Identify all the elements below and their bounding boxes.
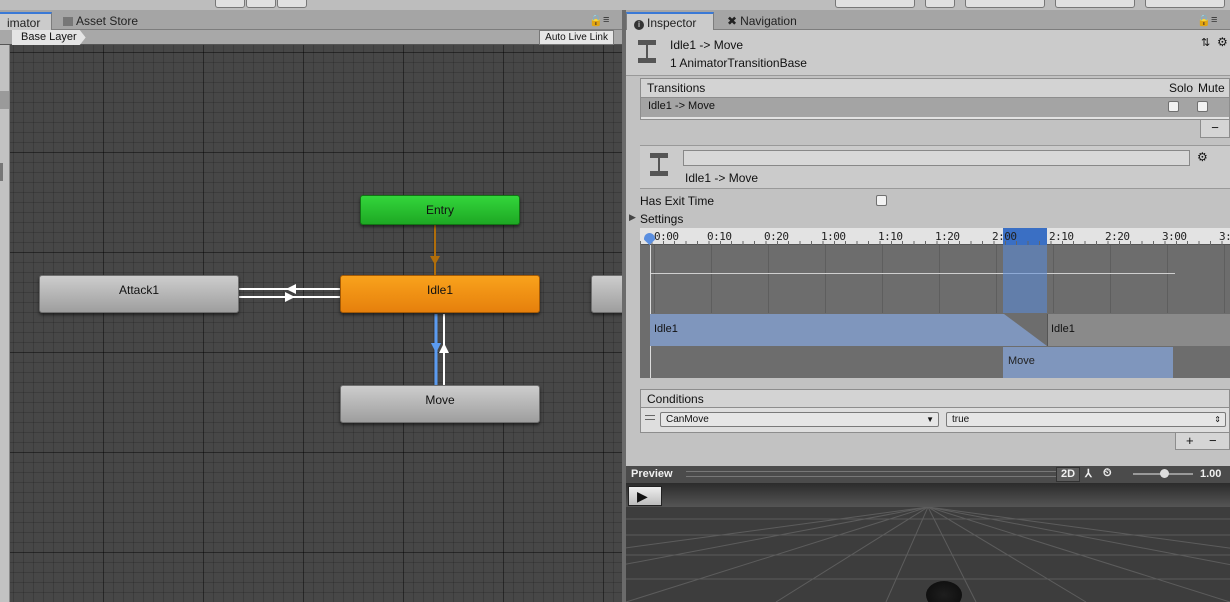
animator-header: Base Layer Auto Live Link (0, 30, 622, 45)
pivot-icon[interactable]: ⅄ (1085, 467, 1092, 480)
play-icon: ▶ (637, 488, 648, 504)
transition-row[interactable]: Idle1 -> Move (641, 98, 1229, 117)
layer-selected-item[interactable] (0, 91, 9, 109)
attack-to-idle-arrow (285, 292, 295, 302)
store-icon (63, 17, 73, 26)
conditions-footer: + − (1175, 433, 1230, 450)
transition-name-field[interactable] (683, 150, 1190, 166)
transition-timeline[interactable]: 0:00 0:10 0:20 1:00 1:10 1:20 2:00 2:10 … (640, 228, 1230, 378)
speed-icon[interactable]: ⏲ (1103, 467, 1112, 480)
solo-checkbox[interactable] (1168, 101, 1179, 112)
header-title: Idle1 -> Move (670, 38, 744, 52)
playhead-line (650, 245, 651, 378)
transition-arrows (239, 224, 449, 385)
transition-overlap-region (1003, 245, 1047, 313)
preview-controls: ▶ (626, 483, 1230, 507)
navigation-icon: ✖ (727, 14, 738, 28)
transition-detail-header: Idle1 -> Move ⚙ (640, 145, 1230, 189)
inspector-menu-icon[interactable]: ≡ (1211, 14, 1217, 26)
preview-model[interactable] (926, 581, 962, 602)
lock-icon[interactable]: 🔒 (589, 14, 603, 27)
step-button[interactable] (277, 0, 307, 8)
settings-foldout[interactable]: Settings (640, 212, 683, 226)
transitions-header: Transitions Solo Mute (640, 78, 1230, 98)
inspector-panel: Idle1 -> Move 1 AnimatorTransitionBase ⇅… (626, 30, 1230, 466)
inspector-lock-icon[interactable]: 🔒 (1197, 14, 1211, 27)
timeline-grid (640, 245, 1230, 313)
collab-button[interactable] (835, 0, 915, 8)
layers-dropdown[interactable] (1055, 0, 1135, 8)
mute-checkbox[interactable] (1197, 101, 1208, 112)
preview-header[interactable]: Preview 2D ⅄ ⏲ 1.00 (626, 466, 1230, 483)
breadcrumb[interactable]: Base Layer (12, 30, 86, 45)
pause-button[interactable] (246, 0, 276, 8)
preview-2d-toggle[interactable]: 2D (1056, 467, 1080, 482)
left-tab-row: imator Asset Store 🔒 ≡ (0, 10, 622, 31)
tab-navigation[interactable]: ✖ Navigation (720, 12, 804, 31)
transition-gear-icon[interactable]: ⚙ (1197, 150, 1208, 164)
header-subtitle: 1 AnimatorTransitionBase (670, 56, 807, 70)
state-idle1[interactable]: Idle1 (340, 275, 540, 313)
idle-to-move-arrow (431, 343, 441, 353)
speed-value: 1.00 (1200, 468, 1222, 480)
condition-parameter-dropdown[interactable]: CanMove ▼ (660, 412, 939, 427)
transitions-list: Idle1 -> Move (640, 98, 1230, 120)
account-dropdown[interactable] (965, 0, 1045, 8)
info-icon: i (634, 20, 644, 30)
inspector-header: Idle1 -> Move 1 AnimatorTransitionBase ⇅… (626, 30, 1230, 76)
tab-animator[interactable]: imator (0, 12, 52, 31)
preview-play-button[interactable]: ▶ (628, 486, 662, 506)
layout-dropdown[interactable] (1145, 0, 1225, 8)
auto-live-link-button[interactable]: Auto Live Link (539, 30, 614, 45)
speed-slider-thumb[interactable] (1160, 469, 1169, 478)
preview-drag-bar[interactable] (686, 471, 1056, 477)
conditions-list: CanMove ▼ true ⇕ (640, 408, 1230, 433)
move-to-idle-arrow (439, 343, 449, 353)
settings-foldout-icon[interactable]: ▶ (629, 212, 636, 223)
state-entry[interactable]: Entry (360, 195, 520, 225)
curve-line (650, 273, 1175, 274)
preview-viewport[interactable] (626, 507, 1230, 602)
tab-asset-store[interactable]: Asset Store (56, 12, 145, 31)
condition-value-dropdown[interactable]: true ⇕ (946, 412, 1226, 427)
main-toolbar (0, 0, 1230, 10)
transition-caption: Idle1 -> Move (685, 171, 759, 185)
has-exit-time-checkbox[interactable] (876, 195, 887, 206)
source-clip-bar[interactable] (650, 314, 1047, 346)
transition-icon (638, 40, 656, 66)
state-move[interactable]: Move (340, 385, 540, 423)
idle-to-attack-arrow (286, 284, 296, 294)
dropdown-updown-icon: ⇕ (1214, 415, 1221, 424)
timeline-ruler[interactable]: 0:00 0:10 0:20 1:00 1:10 1:20 2:00 2:10 … (640, 228, 1230, 245)
remove-transition-button[interactable]: − (1200, 120, 1230, 138)
state-attack1[interactable]: Attack1 (39, 275, 239, 313)
dropdown-arrow-icon: ▼ (926, 415, 934, 424)
right-tab-row: i Inspector ✖ Navigation 🔒 ≡ (626, 10, 1230, 31)
animator-graph[interactable]: Entry Idle1 Attack1 Move (10, 45, 622, 602)
layer-handle[interactable] (0, 163, 3, 181)
transition-detail-icon (650, 153, 668, 179)
tab-menu-icon[interactable]: ≡ (603, 14, 609, 26)
conditions-header: Conditions (640, 389, 1230, 408)
tab-inspector[interactable]: i Inspector (626, 12, 714, 31)
has-exit-time-label: Has Exit Time (640, 194, 715, 208)
preset-icon[interactable]: ⇅ (1201, 36, 1210, 49)
add-condition-button[interactable]: + (1186, 433, 1194, 448)
drag-handle-icon[interactable] (645, 415, 655, 420)
layers-panel-strip (0, 45, 10, 602)
cloud-button[interactable] (925, 0, 955, 8)
play-button[interactable] (215, 0, 245, 8)
state-offscreen[interactable] (591, 275, 622, 313)
remove-condition-button[interactable]: − (1209, 433, 1217, 448)
gear-icon[interactable]: ⚙ (1217, 35, 1228, 49)
entry-transition-arrow (430, 256, 440, 265)
